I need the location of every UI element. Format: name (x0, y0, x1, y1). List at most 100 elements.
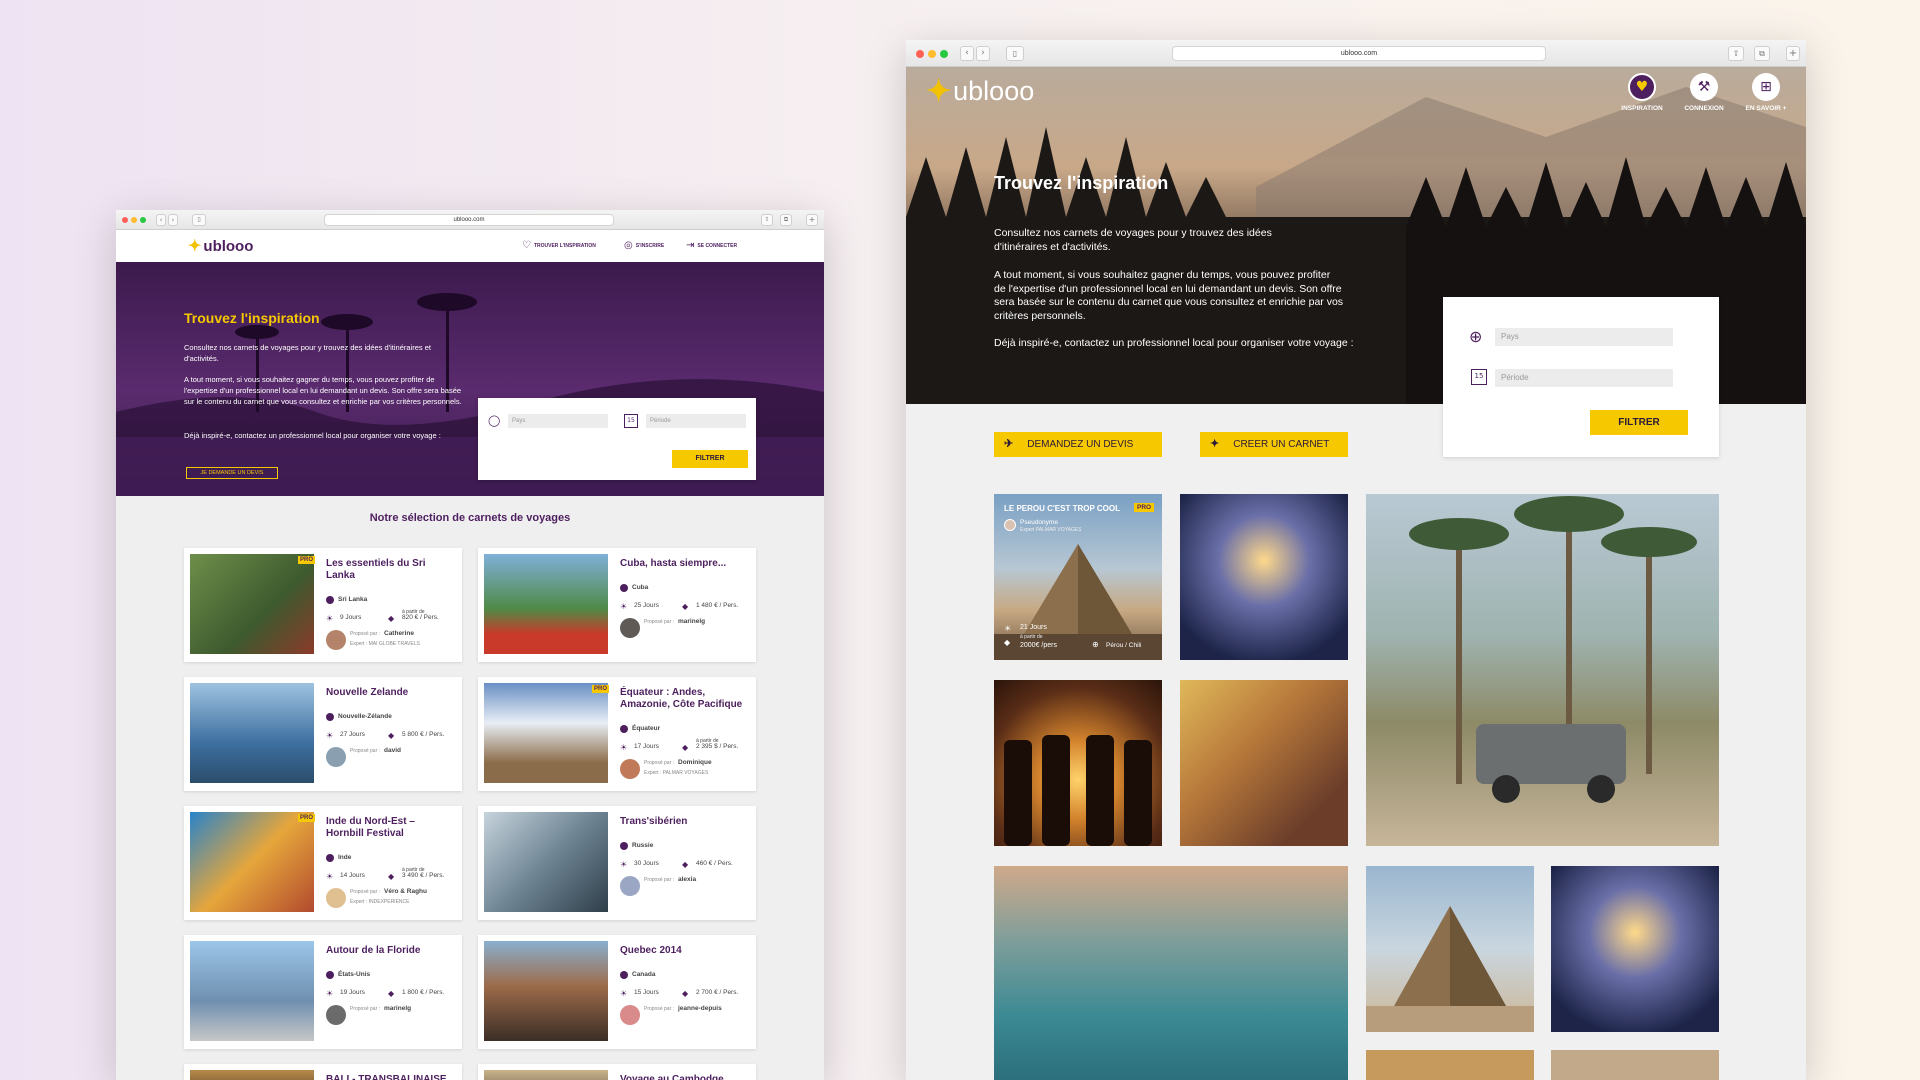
close-window-button[interactable] (916, 50, 924, 58)
right-nav-savoir[interactable]: ⊞ EN SAVOIR + (1734, 73, 1798, 112)
forward-button[interactable]: › (168, 214, 178, 226)
new-tab-icon[interactable]: + (1786, 46, 1800, 61)
left-browser-window: ‹ › ▯ ublooo.com ⇧ ⧉ + ✦ ublooo ♡ TROUVE… (116, 210, 824, 1080)
photo-cusco-street[interactable] (1180, 680, 1348, 846)
carnet-thumbnail[interactable] (484, 941, 608, 1041)
featured-carnet-card[interactable]: LE PEROU C'EST TROP COOL PRO Pseudonyme … (994, 494, 1162, 660)
carnet-title: Trans'sibérien (620, 816, 688, 827)
tabs-icon[interactable]: ⧉ (1754, 46, 1770, 61)
calendar-icon: 15 (624, 414, 638, 428)
carnet-title: Autour de la Floride (326, 945, 421, 956)
featured-author: Pseudonyme (1020, 519, 1058, 526)
tabs-icon[interactable]: ⧉ (780, 214, 792, 226)
carnet-card[interactable]: Nouvelle Zelande Nouvelle-Zélande ☀ 27 Jour… (184, 677, 462, 791)
left-nav-item-signup[interactable]: ◎ S'INSCRIRE (624, 240, 664, 251)
left-hero-p1: Consultez nos carnets de voyages pour y … (184, 343, 431, 363)
carnet-duration: 27 Jours (340, 731, 365, 738)
right-country-field[interactable]: Pays (1495, 328, 1673, 346)
carnet-country: Équateur (632, 725, 661, 732)
photo-easter-island-sunset[interactable] (994, 680, 1162, 846)
carnet-duration: 19 Jours (340, 989, 365, 996)
share-icon[interactable]: ⇧ (1728, 46, 1744, 61)
plane-icon: ✈ (1004, 438, 1014, 450)
forward-button[interactable]: › (976, 46, 990, 61)
back-button[interactable]: ‹ (156, 214, 166, 226)
carnet-title: Inde du Nord-Est – Hornbill Festival (326, 816, 415, 839)
carnet-card[interactable]: Quebec 2014 Canada ☀ 15 Jours ◆ 2 700 € / Per… (478, 935, 756, 1049)
left-nav-item-login[interactable]: ⇥ SE CONNECTER (686, 240, 737, 251)
photo-palm-beach-jeepney[interactable] (1366, 494, 1719, 846)
carnet-card[interactable]: Trans'sibérien Russie ☀ 30 Jours ◆ 460 € / Pe… (478, 806, 756, 920)
carnet-price: 2 700 € / Pers. (696, 989, 739, 996)
carnet-thumbnail[interactable] (190, 941, 314, 1041)
carnet-thumbnail[interactable] (190, 1070, 314, 1080)
carnet-thumbnail[interactable] (484, 1070, 608, 1080)
zoom-window-button[interactable] (940, 50, 948, 58)
price-icon: ◆ (1004, 638, 1011, 647)
left-country-field[interactable]: Pays (508, 414, 608, 428)
right-nav-inspiration[interactable]: ♥ INSPIRATION (1610, 73, 1674, 112)
carnet-duration: 30 Jours (634, 860, 659, 867)
right-filter-button[interactable]: FILTRER (1590, 410, 1688, 435)
demand-devis-button[interactable]: ✈ DEMANDEZ UN DEVIS (994, 432, 1162, 457)
carnet-card[interactable]: PRO Équateur : Andes, Amazonie, Côte Paci… (478, 677, 756, 791)
photo-london-lights-2[interactable] (1551, 866, 1719, 1032)
sun-icon: ☀ (620, 602, 628, 611)
address-bar[interactable]: ublooo.com (324, 214, 614, 226)
address-bar[interactable]: ublooo.com (1172, 46, 1546, 61)
back-button[interactable]: ‹ (960, 46, 974, 61)
share-icon[interactable]: ⇧ (761, 214, 773, 226)
zoom-window-button[interactable] (140, 217, 146, 223)
sun-icon: ☀ (326, 731, 334, 740)
minimize-window-button[interactable] (131, 217, 137, 223)
carnet-thumbnail[interactable] (190, 683, 314, 783)
price-icon: ◆ (388, 614, 395, 623)
heart-icon: ♡ (522, 240, 531, 251)
carnet-thumbnail[interactable] (484, 683, 608, 783)
sun-icon: ☀ (326, 614, 334, 623)
carnet-price: 3 490 € / Pers. (402, 872, 445, 879)
right-hero-p2: A tout moment, si vous souhaitez gagner … (994, 269, 1344, 322)
minimize-window-button[interactable] (928, 50, 936, 58)
carnet-thumbnail[interactable] (484, 812, 608, 912)
carnet-price: 2 395 $ / Pers. (696, 743, 739, 750)
carnet-card[interactable]: PRO Les essentiels du Sri Lanka Sri Lanka ☀… (184, 548, 462, 662)
carnet-thumbnail[interactable] (484, 554, 608, 654)
left-period-field[interactable]: Période (646, 414, 746, 428)
featured-location: Pérou / Chili (1106, 642, 1142, 649)
carnet-card[interactable]: BALI - TRANSBALINAISE (184, 1064, 462, 1080)
left-devis-button[interactable]: JE DEMANDE UN DEVIS (186, 467, 278, 479)
left-filter-button[interactable]: FILTRER (672, 450, 748, 468)
carnet-thumbnail[interactable] (190, 812, 314, 912)
right-nav-connexion[interactable]: ⚒ CONNEXION (1672, 73, 1736, 112)
right-period-field[interactable]: Période (1495, 369, 1673, 387)
carnet-price: 460 € / Pers. (696, 860, 733, 867)
close-window-button[interactable] (122, 217, 128, 223)
carnet-thumbnail[interactable] (190, 554, 314, 654)
create-carnet-button[interactable]: ✦ CREER UN CARNET (1200, 432, 1348, 457)
sidebar-toggle-icon[interactable]: ▯ (1006, 46, 1024, 61)
photo-pyramid[interactable] (1366, 866, 1534, 1032)
location-pin-icon (326, 713, 334, 721)
carnet-card[interactable]: Voyage au Cambodge (478, 1064, 756, 1080)
carnet-by-label: Proposé par : (350, 748, 381, 754)
carnet-card[interactable]: Cuba, hasta siempre... Cuba ☀ 25 Jours ◆ 1 48… (478, 548, 756, 662)
sun-icon: ☀ (620, 743, 628, 752)
carnet-card[interactable]: PRO Inde du Nord-Est – Hornbill Festival I… (184, 806, 462, 920)
sidebar-toggle-icon[interactable]: ▯ (192, 214, 206, 226)
right-logo[interactable]: ✦ ublooo (926, 73, 1034, 109)
left-logo[interactable]: ✦ ublooo (188, 236, 253, 256)
photo-london-lights[interactable] (1180, 494, 1348, 660)
carnet-title: Quebec 2014 (620, 945, 682, 956)
carnet-card[interactable]: Autour de la Floride États-Unis ☀ 19 Jours ◆… (184, 935, 462, 1049)
avatar (620, 759, 640, 779)
new-tab-icon[interactable]: + (806, 214, 818, 226)
photo-partial-2[interactable] (1551, 1050, 1719, 1080)
carnet-title: Cuba, hasta siempre... (620, 558, 727, 569)
grid-icon: ⊞ (1752, 73, 1780, 101)
photo-coastal-cliff[interactable] (994, 866, 1348, 1080)
photo-partial-1[interactable] (1366, 1050, 1534, 1080)
left-nav-item-inspiration[interactable]: ♡ TROUVER L'INSPIRATION (522, 240, 596, 251)
price-icon: ◆ (388, 872, 395, 881)
nav-label: INSPIRATION (1621, 105, 1663, 112)
